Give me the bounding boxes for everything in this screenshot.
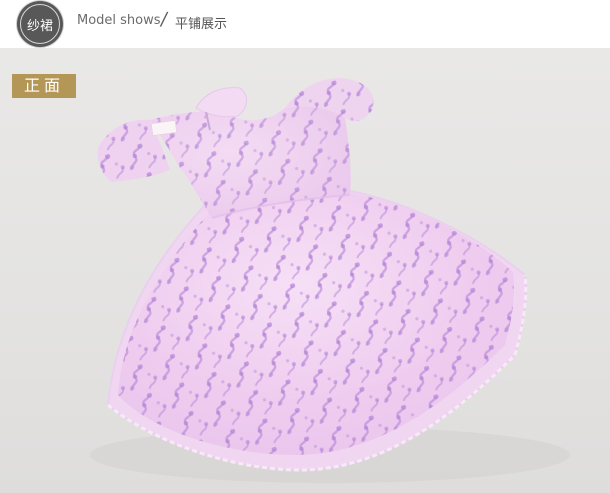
page-header: 纱裙 Model shows / 平铺展示 (0, 0, 610, 48)
dress-image (90, 78, 570, 483)
section-title: 平铺展示 (175, 17, 228, 32)
product-photo: 正面 (0, 48, 610, 493)
subtitle-english: Model shows (77, 13, 161, 28)
badge-label: 纱裙 (26, 18, 53, 34)
category-badge: 纱裙 (17, 1, 63, 47)
skirt-embroidery (118, 191, 515, 455)
view-tag-front: 正面 (12, 74, 76, 98)
